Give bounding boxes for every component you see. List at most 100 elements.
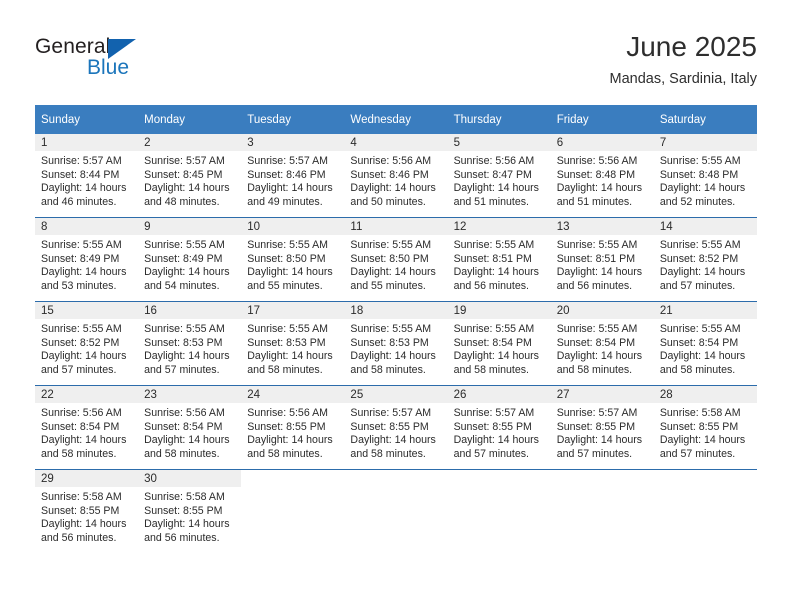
daylight-text-line1: Daylight: 14 hours	[350, 266, 436, 279]
calendar-day-cell[interactable]: 1 Sunrise: 5:57 AM Sunset: 8:44 PM Daylight…	[35, 134, 139, 218]
sunset-text: Sunset: 8:52 PM	[41, 336, 120, 349]
daylight-text-line2: and 57 minutes.	[659, 279, 736, 292]
day-number: 26	[447, 386, 551, 403]
location-subtitle: Mandas, Sardinia, Italy	[609, 71, 758, 87]
daylight-text-line2: and 58 minutes.	[247, 363, 323, 376]
daylight-text-line2: and 57 minutes.	[144, 363, 220, 376]
sunrise-text: Sunrise: 5:55 AM	[41, 239, 122, 251]
day-details: Sunrise: 5:55 AM Sunset: 8:52 PM Daylight:…	[35, 319, 138, 377]
daylight-text-line1: Daylight: 14 hours	[41, 434, 127, 447]
calendar-day-cell[interactable]: 2 Sunrise: 5:57 AM Sunset: 8:45 PM Daylight…	[138, 134, 242, 218]
calendar-day-cell[interactable]: 26 Sunrise: 5:57 AM Sunset: 8:55 PM Dayligh…	[447, 385, 551, 470]
sunrise-text: Sunrise: 5:57 AM	[41, 155, 122, 167]
sunrise-text: Sunrise: 5:57 AM	[144, 155, 225, 167]
sunset-text: Sunset: 8:55 PM	[41, 504, 120, 517]
day-cell-inner: 10 Sunrise: 5:55 AM Sunset: 8:50 PM Dayligh…	[241, 218, 345, 301]
calendar-day-cell[interactable]: 17 Sunrise: 5:55 AM Sunset: 8:53 PM Dayligh…	[241, 301, 345, 386]
day-cell-inner: 30 Sunrise: 5:58 AM Sunset: 8:55 PM Dayligh…	[138, 470, 242, 553]
sunset-text: Sunset: 8:49 PM	[41, 252, 120, 265]
calendar-day-cell[interactable]: 22 Sunrise: 5:56 AM Sunset: 8:54 PM Dayligh…	[35, 385, 139, 470]
day-details: Sunrise: 5:56 AM Sunset: 8:47 PM Daylight:…	[448, 151, 551, 209]
sunset-text: Sunset: 8:46 PM	[247, 168, 326, 181]
calendar-day-cell[interactable]: 21 Sunrise: 5:55 AM Sunset: 8:54 PM Dayligh…	[653, 301, 757, 386]
weekday-header-friday: Friday	[550, 105, 654, 134]
daylight-text-line2: and 57 minutes.	[453, 447, 529, 460]
calendar-day-cell[interactable]: 24 Sunrise: 5:56 AM Sunset: 8:55 PM Dayligh…	[241, 385, 345, 470]
daylight-text-line1: Daylight: 14 hours	[453, 182, 539, 195]
daylight-text-line2: and 56 minutes.	[453, 279, 529, 292]
calendar-day-cell[interactable]: 30 Sunrise: 5:58 AM Sunset: 8:55 PM Dayligh…	[138, 469, 242, 553]
daylight-text-line1: Daylight: 14 hours	[350, 350, 436, 363]
daylight-text-line2: and 46 minutes.	[41, 195, 117, 208]
calendar-day-cell[interactable]: 7 Sunrise: 5:55 AM Sunset: 8:48 PM Daylight…	[653, 134, 757, 218]
calendar-day-cell[interactable]: 25 Sunrise: 5:57 AM Sunset: 8:55 PM Dayligh…	[344, 385, 448, 470]
day-details: Sunrise: 5:56 AM Sunset: 8:54 PM Daylight:…	[138, 403, 241, 461]
calendar-day-cell[interactable]: 14 Sunrise: 5:55 AM Sunset: 8:52 PM Dayligh…	[653, 217, 757, 302]
daylight-text-line2: and 58 minutes.	[350, 363, 426, 376]
daylight-text-line1: Daylight: 14 hours	[556, 434, 643, 447]
day-cell-inner: 25 Sunrise: 5:57 AM Sunset: 8:55 PM Dayligh…	[344, 386, 448, 469]
daylight-text-line1: Daylight: 14 hours	[247, 266, 333, 279]
brand-logo[interactable]: General Blue	[35, 36, 255, 90]
calendar-day-cell[interactable]: 11 Sunrise: 5:55 AM Sunset: 8:50 PM Dayligh…	[344, 217, 448, 302]
sunrise-text: Sunrise: 5:55 AM	[247, 323, 328, 335]
calendar-day-cell	[447, 469, 551, 553]
day-details: Sunrise: 5:55 AM Sunset: 8:49 PM Daylight:…	[35, 235, 138, 293]
day-number: 15	[35, 302, 139, 319]
calendar-week-row: 1 Sunrise: 5:57 AM Sunset: 8:44 PM Daylight…	[35, 134, 757, 218]
sunrise-text: Sunrise: 5:56 AM	[350, 155, 432, 167]
sunset-text: Sunset: 8:55 PM	[144, 504, 223, 517]
daylight-text-line2: and 51 minutes.	[453, 195, 529, 208]
day-number: 29	[35, 470, 139, 487]
sunrise-text: Sunrise: 5:58 AM	[144, 491, 225, 503]
daylight-text-line2: and 50 minutes.	[350, 195, 426, 208]
calendar-day-cell[interactable]: 10 Sunrise: 5:55 AM Sunset: 8:50 PM Dayligh…	[241, 217, 345, 302]
day-details: Sunrise: 5:55 AM Sunset: 8:54 PM Daylight:…	[551, 319, 654, 377]
day-number: 30	[138, 470, 242, 487]
day-cell-inner: 22 Sunrise: 5:56 AM Sunset: 8:54 PM Dayligh…	[35, 386, 139, 469]
day-details: Sunrise: 5:56 AM Sunset: 8:54 PM Daylight:…	[35, 403, 138, 461]
daylight-text-line2: and 54 minutes.	[144, 279, 220, 292]
sunset-text: Sunset: 8:53 PM	[247, 336, 326, 349]
calendar-day-cell[interactable]: 4 Sunrise: 5:56 AM Sunset: 8:46 PM Daylight…	[344, 134, 448, 218]
weekday-header-wednesday: Wednesday	[344, 105, 448, 134]
calendar-day-cell[interactable]: 20 Sunrise: 5:55 AM Sunset: 8:54 PM Dayligh…	[550, 301, 654, 386]
sunrise-text: Sunrise: 5:55 AM	[659, 155, 741, 167]
sunrise-text: Sunrise: 5:58 AM	[41, 491, 122, 503]
calendar-body: 1 Sunrise: 5:57 AM Sunset: 8:44 PM Daylight…	[35, 134, 757, 553]
calendar-day-cell[interactable]: 8 Sunrise: 5:55 AM Sunset: 8:49 PM Daylight…	[35, 217, 139, 302]
daylight-text-line1: Daylight: 14 hours	[453, 266, 539, 279]
day-cell-inner: 1 Sunrise: 5:57 AM Sunset: 8:44 PM Daylight…	[35, 134, 139, 217]
sunset-text: Sunset: 8:55 PM	[453, 420, 532, 433]
calendar-day-cell[interactable]: 27 Sunrise: 5:57 AM Sunset: 8:55 PM Dayligh…	[550, 385, 654, 470]
calendar-day-cell[interactable]: 15 Sunrise: 5:55 AM Sunset: 8:52 PM Dayligh…	[35, 301, 139, 386]
brand-name-blue: Blue	[87, 56, 130, 79]
daylight-text-line2: and 58 minutes.	[659, 363, 736, 376]
sunrise-text: Sunrise: 5:56 AM	[556, 155, 638, 167]
day-number: 24	[241, 386, 345, 403]
sunrise-text: Sunrise: 5:55 AM	[556, 323, 638, 335]
daylight-text-line1: Daylight: 14 hours	[556, 350, 643, 363]
calendar-day-cell[interactable]: 18 Sunrise: 5:55 AM Sunset: 8:53 PM Dayligh…	[344, 301, 448, 386]
day-cell-inner: 27 Sunrise: 5:57 AM Sunset: 8:55 PM Dayligh…	[550, 386, 654, 469]
calendar-day-cell[interactable]: 19 Sunrise: 5:55 AM Sunset: 8:54 PM Dayligh…	[447, 301, 551, 386]
calendar-day-cell[interactable]: 28 Sunrise: 5:58 AM Sunset: 8:55 PM Dayligh…	[653, 385, 757, 470]
sunset-text: Sunset: 8:53 PM	[350, 336, 429, 349]
calendar-day-cell[interactable]: 5 Sunrise: 5:56 AM Sunset: 8:47 PM Daylight…	[447, 134, 551, 218]
calendar-day-cell[interactable]: 16 Sunrise: 5:55 AM Sunset: 8:53 PM Dayligh…	[138, 301, 242, 386]
calendar-day-cell[interactable]: 29 Sunrise: 5:58 AM Sunset: 8:55 PM Dayligh…	[35, 469, 139, 553]
day-details: Sunrise: 5:58 AM Sunset: 8:55 PM Daylight:…	[138, 487, 241, 545]
calendar-day-cell[interactable]: 13 Sunrise: 5:55 AM Sunset: 8:51 PM Dayligh…	[550, 217, 654, 302]
day-details	[344, 487, 447, 491]
day-details: Sunrise: 5:55 AM Sunset: 8:54 PM Daylight:…	[654, 319, 757, 377]
calendar-day-cell[interactable]: 3 Sunrise: 5:57 AM Sunset: 8:46 PM Daylight…	[241, 134, 345, 218]
daylight-text-line1: Daylight: 14 hours	[659, 182, 746, 195]
calendar-day-cell[interactable]: 6 Sunrise: 5:56 AM Sunset: 8:48 PM Daylight…	[550, 134, 654, 218]
sunset-text: Sunset: 8:50 PM	[247, 252, 326, 265]
calendar-day-cell[interactable]: 12 Sunrise: 5:55 AM Sunset: 8:51 PM Dayligh…	[447, 217, 551, 302]
day-number: 12	[447, 218, 551, 235]
calendar-day-cell[interactable]: 23 Sunrise: 5:56 AM Sunset: 8:54 PM Dayligh…	[138, 385, 242, 470]
calendar-day-cell[interactable]: 9 Sunrise: 5:55 AM Sunset: 8:49 PM Daylight…	[138, 217, 242, 302]
daylight-text-line2: and 58 minutes.	[453, 363, 529, 376]
day-details: Sunrise: 5:56 AM Sunset: 8:46 PM Daylight:…	[344, 151, 447, 209]
